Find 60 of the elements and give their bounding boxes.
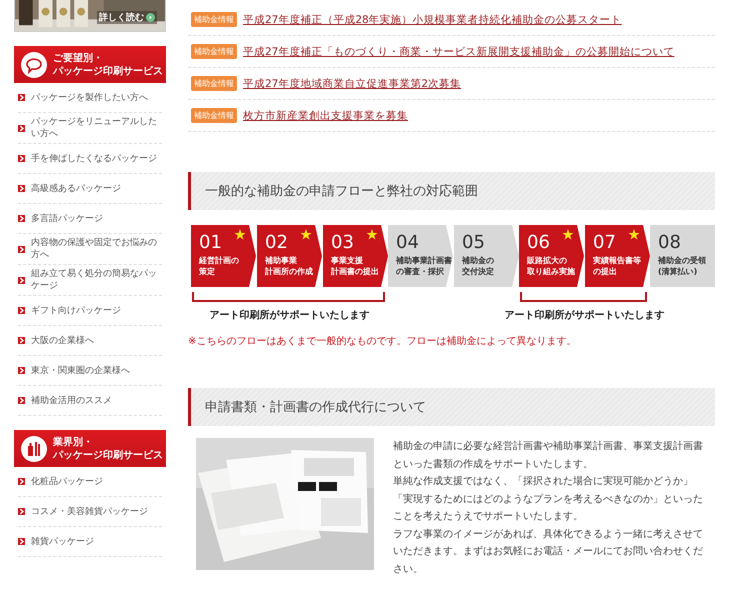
chevron-icon [18, 215, 25, 222]
chevron-icon [18, 124, 25, 132]
chevron-icon [18, 508, 25, 515]
chevron-icon [18, 94, 25, 101]
menu-link[interactable]: 高級感あるパッケージ [31, 182, 121, 194]
chevron-icon [18, 307, 25, 314]
menu-link[interactable]: 雑貨パッケージ [31, 536, 94, 548]
menu-link[interactable]: 内容物の保護や固定でお悩みの方へ [31, 237, 162, 261]
chevron-icon [18, 185, 25, 192]
menu-link[interactable]: 化粧品パッケージ [31, 476, 103, 488]
chevron-icon [18, 538, 25, 545]
menu-link[interactable]: 補助金活用のススメ [31, 394, 112, 406]
menu-link[interactable]: コスメ・美容雑貨パッケージ [31, 506, 148, 518]
read-more-link[interactable]: 詳しく読む [97, 11, 157, 24]
category-tag: 補助金情報 [191, 108, 237, 123]
menu-link[interactable]: パッケージをリニューアルしたい方へ [31, 116, 162, 140]
section-title: ご要望別・ [53, 52, 104, 64]
chevron-icon [18, 367, 25, 374]
arrow-circle-icon [146, 13, 155, 22]
chevron-icon [18, 397, 25, 404]
menu-link[interactable]: パッケージを製作したい方へ [31, 92, 148, 104]
bottles-icon [21, 436, 47, 462]
body-text: 補助金の申請に必要な経営計画書や補助事業計画書、事業支援計画書といった書類の作成をサポートいたします。 [393, 440, 704, 472]
support-label: アート印刷所がサポートいたします [208, 308, 370, 322]
category-tag: 補助金情報 [191, 76, 237, 91]
body-text: ラフな事業のイメージがあれば、具体化できるよう一緒に考えさせていただきます。まずはお気軽にお電話・メールにてお問い合わせください。 [393, 528, 704, 576]
menu-link[interactable]: 東京・関東圏の企業様へ [31, 364, 130, 376]
menu-link[interactable]: 多言語パッケージ [31, 212, 103, 224]
support-label: アート印刷所がサポートいたします [504, 308, 666, 322]
flow-step: 08 補助金の受領 (清算払い) [650, 225, 715, 287]
flow-step: 03 事業支援 計画書の提出 [323, 225, 388, 287]
news-link[interactable]: 平成27年度補正（平成28年実施）小規模事業者持続化補助金の公募スタート [243, 12, 622, 26]
chevron-icon [18, 246, 25, 252]
section-heading: 申請書類・計画書の作成代行について [188, 388, 715, 426]
section-title: 業界別・ [53, 436, 94, 448]
speech-bubble-icon [21, 52, 47, 78]
menu-link[interactable]: ギフト向けパッケージ [31, 304, 121, 316]
flow-step: 05 補助金の 交付決定 [454, 225, 519, 287]
flow-step: 02 補助事業 計画所の作成 [257, 225, 322, 287]
body-text: 単純な作成支援ではなく、「採択された場合に実現可能かどうか」「実現するためにはどのようなプランを考えるべきなのか」といったことを考えたうえでサポートいたします。 [393, 474, 704, 524]
flow-step: 01 経営計画の 策定 [191, 225, 256, 287]
category-tag: 補助金情報 [191, 12, 237, 27]
section-title: パッケージ印刷サービス [53, 448, 163, 462]
news-link[interactable]: 平成27年度補正「ものづくり・商業・サービス新展開支援補助金」の公募開始について [243, 44, 674, 58]
menu-link[interactable]: 大阪の企業様へ [31, 334, 94, 346]
note-text: ※こちらのフローはあくまで一般的なものです。フローは補助金によって異なります。 [188, 334, 578, 348]
flow-step: 06 販路拡大の 取り組み実施 [519, 225, 584, 287]
menu-link[interactable]: 手を伸ばしたくなるパッケージ [31, 152, 157, 164]
chevron-icon [18, 478, 25, 485]
flow-step: 07 実績報告書等 の提出 [585, 225, 650, 287]
news-link[interactable]: 枚方市新産業創出支援事業を募集 [243, 108, 408, 122]
section-heading: 一般的な補助金の申請フローと弊社の対応範囲 [188, 172, 715, 210]
section-title: パッケージ印刷サービス [53, 64, 163, 78]
category-tag: 補助金情報 [191, 44, 237, 59]
chevron-icon [18, 276, 25, 284]
chevron-icon [18, 337, 25, 344]
flow-step: 04 補助事業計画書 の審査・採択 [388, 225, 453, 287]
chevron-icon [18, 155, 25, 162]
news-link[interactable]: 平成27年度地域商業自立促進事業第2次募集 [243, 76, 462, 90]
menu-link[interactable]: 組み立て易く処分の簡易なパッケージ [31, 268, 162, 292]
